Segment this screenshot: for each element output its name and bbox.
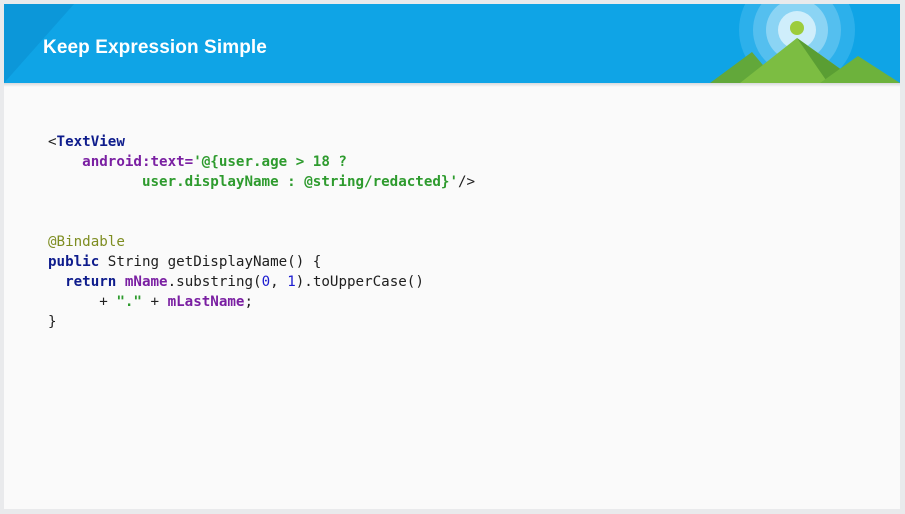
xml-tag-open: <	[48, 134, 57, 150]
code-line-1: <TextView	[48, 134, 125, 150]
code-line-java-signature: public String getDisplayName() {	[48, 254, 321, 270]
code-line-java-return: return mName.substring(0, 1).toUpperCase…	[48, 274, 424, 290]
header-shadow	[4, 83, 900, 87]
mountain-sun-logo-icon	[710, 4, 900, 83]
java-number-arg1: 1	[287, 274, 296, 290]
java-method-signature: String getDisplayName() {	[99, 254, 322, 270]
java-plus-operator-1: +	[99, 294, 117, 310]
java-dot-string: "."	[116, 294, 142, 310]
xml-tag-name: TextView	[56, 134, 125, 150]
slide: Keep Expression Simple <TextView android…	[4, 4, 900, 509]
java-uppercase-call: ).toUpperCase()	[295, 274, 424, 290]
xml-attribute-value-line1: '@{user.age > 18 ?	[193, 154, 347, 170]
java-comma: ,	[270, 274, 288, 290]
code-line-java-concat: + "." + mLastName;	[48, 294, 253, 310]
slide-header: Keep Expression Simple	[4, 4, 900, 83]
java-number-arg0: 0	[261, 274, 271, 290]
xml-tag-close: />	[458, 174, 476, 190]
xml-attribute-value-line2: user.displayName : @string/redacted}'	[141, 174, 459, 190]
java-field-mname: mName	[124, 274, 168, 290]
xml-attribute-name: android:text=	[82, 154, 194, 170]
java-closing-brace: }	[48, 314, 57, 330]
java-keyword-return: return	[65, 274, 117, 290]
java-keyword-public: public	[48, 254, 100, 270]
java-semicolon: ;	[244, 294, 254, 310]
java-substring-call: .substring(	[167, 274, 262, 290]
java-annotation: @Bindable	[48, 234, 125, 250]
code-line-2: android:text='@{user.age > 18 ?	[48, 154, 347, 170]
code-block: <TextView android:text='@{user.age > 18 …	[48, 132, 475, 332]
java-field-mlastname: mLastName	[167, 294, 245, 310]
java-plus-operator-2: +	[141, 294, 168, 310]
code-line-3: user.displayName : @string/redacted}'/>	[48, 174, 475, 190]
slide-title: Keep Expression Simple	[43, 37, 267, 58]
